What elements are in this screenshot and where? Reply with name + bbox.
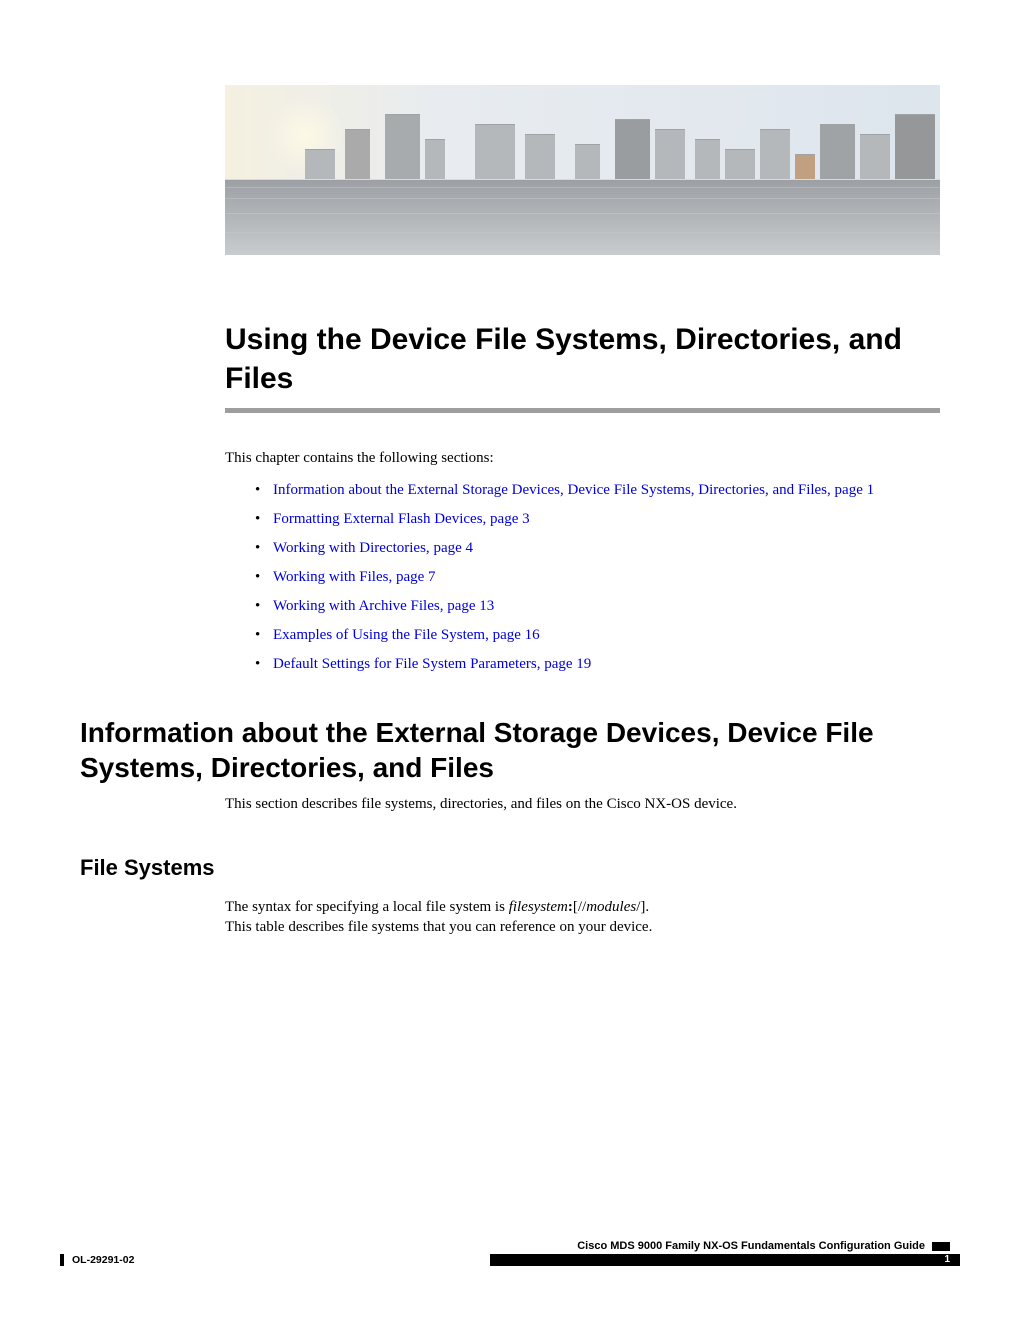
subsection-heading-filesystems: File Systems	[80, 855, 215, 881]
toc-item: Working with Directories, page 4	[255, 540, 874, 557]
toc-link[interactable]: Working with Archive Files, page 13	[273, 598, 494, 614]
chapter-title: Using the Device File Systems, Directori…	[225, 320, 940, 398]
table-of-contents: Information about the External Storage D…	[255, 482, 874, 685]
toc-item: Working with Archive Files, page 13	[255, 598, 874, 615]
page-footer: Cisco MDS 9000 Family NX-OS Fundamentals…	[60, 1240, 960, 1290]
toc-link[interactable]: Working with Directories, page 4	[273, 540, 473, 556]
intro-text: This chapter contains the following sect…	[225, 450, 494, 467]
footer-bar	[490, 1254, 960, 1266]
footer-left-mark-icon	[60, 1254, 64, 1266]
toc-item: Default Settings for File System Paramet…	[255, 656, 874, 673]
banner-image	[225, 85, 940, 255]
toc-link[interactable]: Default Settings for File System Paramet…	[273, 656, 591, 672]
toc-link[interactable]: Formatting External Flash Devices, page …	[273, 511, 530, 527]
footer-decor-icon	[932, 1242, 950, 1251]
toc-link[interactable]: Working with Files, page 7	[273, 569, 436, 585]
section-heading-info: Information about the External Storage D…	[80, 715, 940, 785]
toc-item: Information about the External Storage D…	[255, 482, 874, 499]
footer-doc-id: OL-29291-02	[72, 1254, 134, 1266]
toc-link[interactable]: Information about the External Storage D…	[273, 482, 874, 498]
toc-item: Examples of Using the File System, page …	[255, 627, 874, 644]
subsection-body-filesystems: The syntax for specifying a local file s…	[225, 897, 940, 938]
toc-item: Working with Files, page 7	[255, 569, 874, 586]
section-body-info: This section describes file systems, dir…	[225, 796, 940, 813]
title-rule	[225, 408, 940, 413]
toc-link[interactable]: Examples of Using the File System, page …	[273, 627, 540, 643]
footer-guide-title: Cisco MDS 9000 Family NX-OS Fundamentals…	[577, 1240, 925, 1252]
footer-page-number: 1	[944, 1254, 950, 1266]
toc-item: Formatting External Flash Devices, page …	[255, 511, 874, 528]
